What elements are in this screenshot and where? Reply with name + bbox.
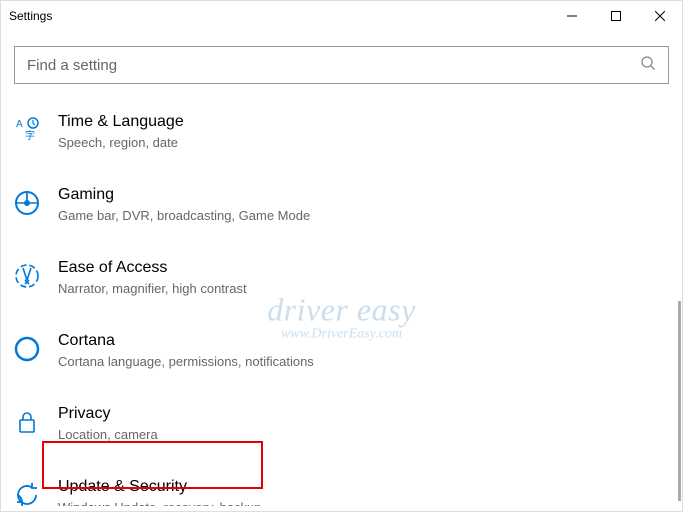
settings-text: Privacy Location, camera <box>58 404 669 444</box>
settings-text: Time & Language Speech, region, date <box>58 112 669 152</box>
settings-title: Cortana <box>58 331 669 352</box>
settings-title: Time & Language <box>58 112 669 133</box>
settings-title: Privacy <box>58 404 669 425</box>
privacy-icon <box>14 409 40 435</box>
settings-text: Cortana Cortana language, permissions, n… <box>58 331 669 371</box>
settings-item-update-security[interactable]: Update & Security Windows Update, recove… <box>14 477 669 506</box>
close-icon <box>655 11 665 21</box>
gaming-icon <box>14 190 40 216</box>
settings-text: Update & Security Windows Update, recove… <box>58 477 669 506</box>
search-input[interactable] <box>27 57 640 74</box>
time-language-icon: A字 <box>14 117 40 143</box>
maximize-button[interactable] <box>594 1 638 31</box>
search-box[interactable] <box>14 46 669 84</box>
search-wrap <box>1 31 682 84</box>
ease-of-access-icon <box>14 263 40 289</box>
settings-item-ease-of-access[interactable]: Ease of Access Narrator, magnifier, high… <box>14 258 669 298</box>
maximize-icon <box>611 11 621 21</box>
settings-item-gaming[interactable]: Gaming Game bar, DVR, broadcasting, Game… <box>14 185 669 225</box>
minimize-button[interactable] <box>550 1 594 31</box>
settings-text: Ease of Access Narrator, magnifier, high… <box>58 258 669 298</box>
svg-text:A: A <box>16 119 23 130</box>
settings-desc: Speech, region, date <box>58 134 669 152</box>
settings-item-time-language[interactable]: A字 Time & Language Speech, region, date <box>14 112 669 152</box>
scrollbar[interactable] <box>678 301 681 501</box>
settings-desc: Windows Update, recovery, backup <box>58 499 669 506</box>
close-button[interactable] <box>638 1 682 31</box>
settings-text: Gaming Game bar, DVR, broadcasting, Game… <box>58 185 669 225</box>
minimize-icon <box>567 11 577 21</box>
settings-item-cortana[interactable]: Cortana Cortana language, permissions, n… <box>14 331 669 371</box>
update-security-icon <box>14 482 40 506</box>
settings-item-privacy[interactable]: Privacy Location, camera <box>14 404 669 444</box>
window-titlebar: Settings <box>1 1 682 31</box>
settings-desc: Narrator, magnifier, high contrast <box>58 280 669 298</box>
window-title: Settings <box>9 9 52 23</box>
settings-desc: Location, camera <box>58 426 669 444</box>
settings-desc: Game bar, DVR, broadcasting, Game Mode <box>58 207 669 225</box>
settings-title: Gaming <box>58 185 669 206</box>
settings-title: Update & Security <box>58 477 669 498</box>
svg-text:字: 字 <box>25 129 35 142</box>
settings-list: A字 Time & Language Speech, region, date … <box>1 84 682 506</box>
cortana-icon <box>14 336 40 362</box>
settings-title: Ease of Access <box>58 258 669 279</box>
window-controls <box>550 1 682 31</box>
settings-desc: Cortana language, permissions, notificat… <box>58 353 669 371</box>
search-icon <box>640 55 656 76</box>
